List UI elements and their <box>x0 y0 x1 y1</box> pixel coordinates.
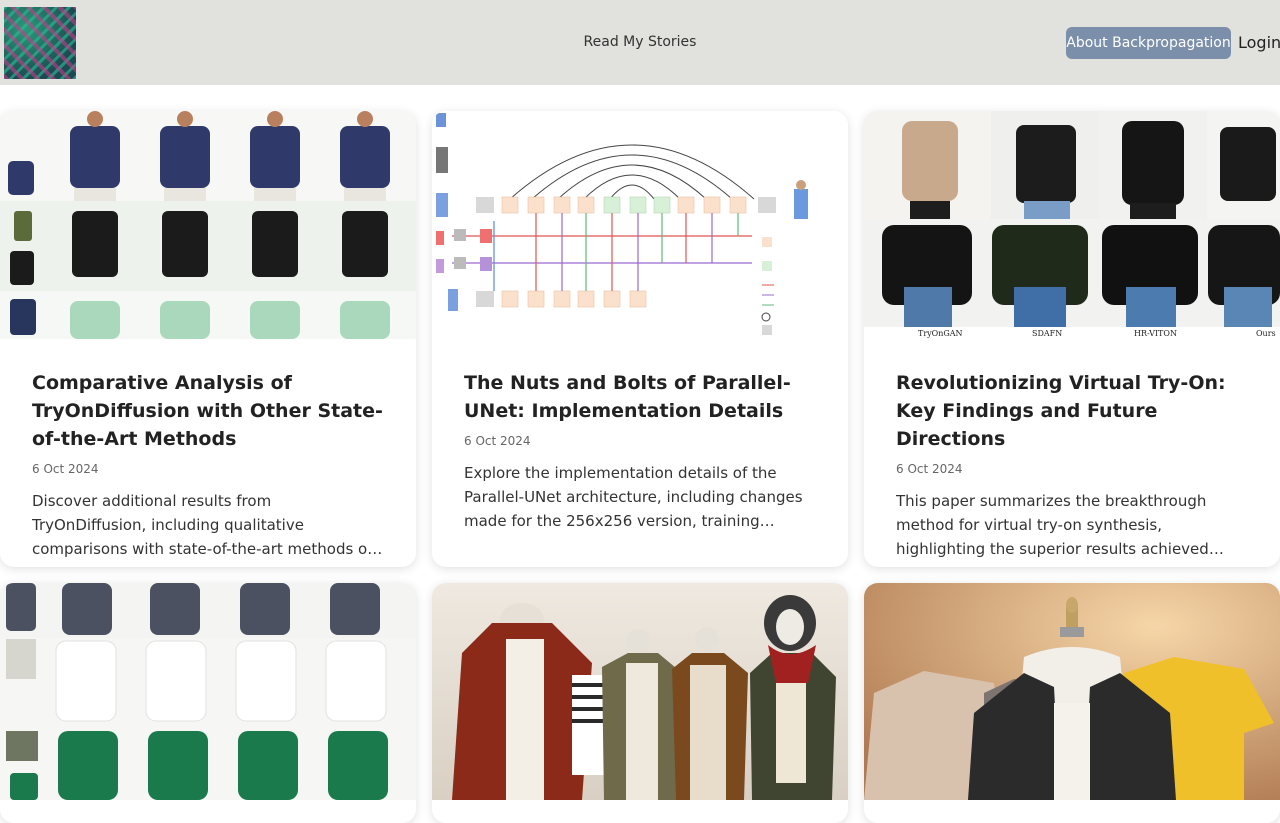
story-title[interactable]: Comparative Analysis of TryOnDiffusion w… <box>32 369 384 453</box>
story-card[interactable] <box>432 583 848 823</box>
story-date: 6 Oct 2024 <box>464 434 531 448</box>
story-card[interactable]: The Nuts and Bolts of Parallel-UNet: Imp… <box>432 111 848 567</box>
tryon-sweater-comparison-image <box>0 583 416 800</box>
story-description: This paper summarizes the breakthrough m… <box>896 492 1209 558</box>
caption-tryongan: TryOnGAN <box>918 329 963 338</box>
top-navigation-bar: Read My Stories About Backpropagation Lo… <box>0 0 1280 85</box>
story-title[interactable]: The Nuts and Bolts of Parallel-UNet: Imp… <box>464 369 816 425</box>
story-title[interactable]: Revolutionizing Virtual Try-On: Key Find… <box>896 369 1248 453</box>
virtual-tryon-results-image: TryOnGAN SDAFN HR-VITON Ours <box>864 111 1280 339</box>
story-thumbnail <box>432 111 848 339</box>
story-description: Discover additional results from TryOnDi… <box>32 492 377 558</box>
story-thumbnail <box>432 583 848 800</box>
story-date: 6 Oct 2024 <box>32 462 99 476</box>
caption-sdafn: SDAFN <box>1032 329 1062 338</box>
story-card[interactable]: Comparative Analysis of TryOnDiffusion w… <box>0 111 416 567</box>
caption-hr-viton: HR-VITON <box>1134 329 1177 338</box>
parallel-unet-diagram-image <box>432 111 848 339</box>
story-thumbnail <box>0 583 416 800</box>
story-thumbnail <box>0 111 416 339</box>
caption-ours: Ours <box>1256 329 1276 338</box>
tryon-comparison-image <box>0 111 416 339</box>
read-my-stories-link[interactable]: Read My Stories <box>560 30 720 54</box>
login-link[interactable]: Login <box>1238 30 1280 56</box>
mannequin-denim-jacket-image <box>864 583 1280 800</box>
site-logo[interactable] <box>4 7 76 79</box>
mannequins-jackets-image <box>432 583 848 800</box>
story-card[interactable] <box>0 583 416 823</box>
story-date: 6 Oct 2024 <box>896 462 963 476</box>
story-description: Explore the implementation details of th… <box>464 464 803 530</box>
story-thumbnail <box>864 583 1280 800</box>
story-card[interactable] <box>864 583 1280 823</box>
about-backpropagation-button[interactable]: About Backpropagation <box>1066 27 1231 59</box>
story-card[interactable]: TryOnGAN SDAFN HR-VITON Ours Revolutioni… <box>864 111 1280 567</box>
story-thumbnail: TryOnGAN SDAFN HR-VITON Ours <box>864 111 1280 339</box>
